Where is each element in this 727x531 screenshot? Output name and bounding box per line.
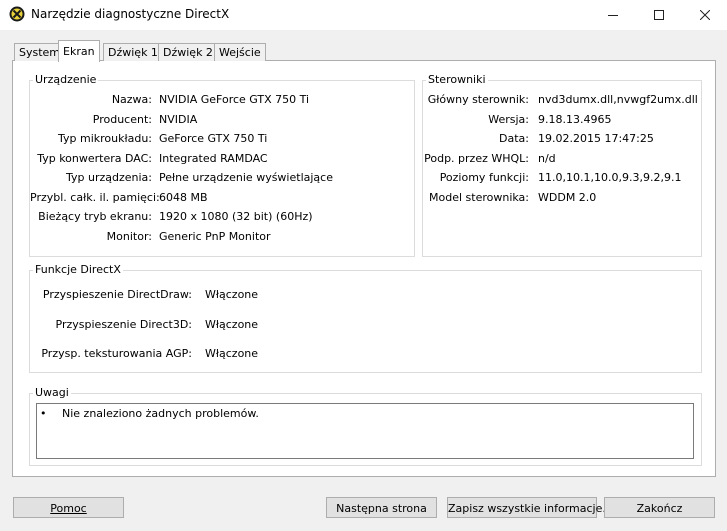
tab-sound-1[interactable]: Dźwięk 1 [103, 43, 163, 61]
manufacturer-label: Producent: [92, 113, 152, 126]
dac-type-value: Integrated RAMDAC [159, 152, 268, 165]
direct3d-value: Włączone [205, 318, 259, 331]
chip-type-label: Typ mikroukładu: [57, 132, 152, 145]
directdraw-label: Przyspieszenie DirectDraw: [42, 288, 192, 301]
notes-group-title: Uwagi [33, 386, 71, 399]
minimize-icon [608, 15, 618, 16]
total-memory-value: 6048 MB [159, 191, 208, 204]
main-driver-label: Główny sterownik: [427, 93, 529, 106]
bullet-icon: • [40, 407, 47, 420]
display-mode-label: Bieżący tryb ekranu: [38, 210, 152, 223]
version-value: 9.18.13.4965 [538, 113, 612, 126]
help-button-label: Pomoc [50, 502, 87, 515]
direct3d-label: Przyspieszenie Direct3D: [55, 318, 192, 331]
main-driver-value: nvd3dumx.dll,nvwgf2umx.dll,nvv [538, 93, 698, 106]
drivers-group [422, 80, 702, 257]
device-group-title: Urządzenie [33, 73, 99, 86]
whql-label: Podp. przez WHQL: [424, 152, 529, 165]
maximize-button[interactable] [636, 0, 682, 30]
version-label: Wersja: [488, 113, 529, 126]
monitor-label: Monitor: [106, 230, 152, 243]
dac-type-label: Typ konwertera DAC: [37, 152, 152, 165]
save-all-info-button[interactable]: Zapisz wszystkie informacje... [447, 497, 613, 518]
driver-model-value: WDDM 2.0 [538, 191, 597, 204]
close-icon [700, 10, 710, 20]
agp-texture-value: Włączone [205, 347, 259, 360]
agp-texture-label: Przysp. teksturowania AGP: [41, 347, 192, 360]
date-value: 19.02.2015 17:47:25 [538, 132, 654, 145]
feature-levels-label: Poziomy funkcji: [439, 171, 529, 184]
driver-model-label: Model sterownika: [429, 191, 529, 204]
display-mode-value: 1920 x 1080 (32 bit) (60Hz) [159, 210, 313, 223]
drivers-group-title: Sterowniki [426, 73, 488, 86]
manufacturer-value: NVIDIA [159, 113, 198, 126]
notes-list[interactable]: • Nie znaleziono żadnych problemów. [36, 403, 694, 459]
whql-value: n/d [538, 152, 556, 165]
exit-button[interactable]: Zakończ [604, 497, 715, 518]
notes-item: Nie znaleziono żadnych problemów. [62, 407, 259, 420]
window-title: Narzędzie diagnostyczne DirectX [31, 7, 230, 21]
next-page-button[interactable]: Następna strona [326, 497, 437, 518]
close-button[interactable] [682, 0, 727, 30]
feature-levels-value: 11.0,10.1,10.0,9.3,9.2,9.1 [538, 171, 682, 184]
maximize-icon [654, 10, 664, 20]
directdraw-value: Włączone [205, 288, 259, 301]
minimize-button[interactable] [590, 0, 636, 30]
monitor-value: Generic PnP Monitor [159, 230, 271, 243]
device-type-value: Pełne urządzenie wyświetlające [159, 171, 333, 184]
tab-input[interactable]: Wejście [214, 43, 266, 61]
total-memory-label: Przybl. całk. il. pamięci: [30, 191, 160, 204]
save-all-info-button-label: Zapisz wszystkie informacje... [448, 502, 613, 515]
tab-display[interactable]: Ekran [58, 40, 100, 62]
device-type-label: Typ urządzenia: [65, 171, 152, 184]
directx-app-icon [9, 6, 25, 22]
chip-type-value: GeForce GTX 750 Ti [159, 132, 268, 145]
exit-button-label: Zakończ [636, 502, 683, 515]
device-name-label: Nazwa: [111, 93, 152, 106]
next-page-button-label: Następna strona [336, 502, 427, 515]
help-button[interactable]: Pomoc [13, 497, 124, 518]
date-label: Data: [499, 132, 529, 145]
device-name-value: NVIDIA GeForce GTX 750 Ti [159, 93, 310, 106]
directx-features-title: Funkcje DirectX [33, 263, 123, 276]
tab-sound-2[interactable]: Dźwięk 2 [158, 43, 218, 61]
